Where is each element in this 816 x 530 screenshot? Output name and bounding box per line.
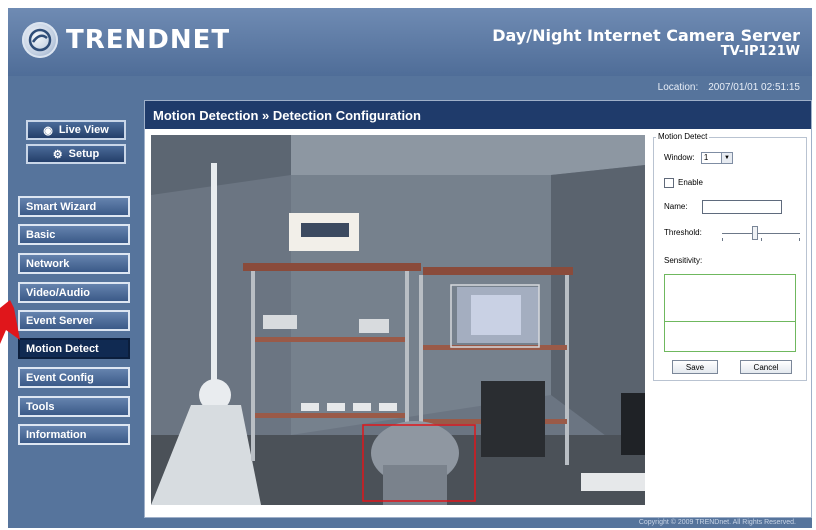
page-title: Motion Detection » Detection Configurati… xyxy=(145,101,811,129)
nav-motion-detect[interactable]: Motion Detect xyxy=(18,338,130,359)
slider-tick xyxy=(761,238,762,241)
nav-video-audio[interactable]: Video/Audio xyxy=(18,282,130,303)
trendnet-logo-icon xyxy=(22,22,58,58)
live-view-button[interactable]: ◉ Live View xyxy=(26,120,126,140)
nav-event-config[interactable]: Event Config xyxy=(18,367,130,388)
threshold-row: Threshold: xyxy=(664,226,804,244)
nav-smart-wizard[interactable]: Smart Wizard xyxy=(18,196,130,217)
name-row: Name: xyxy=(664,200,794,216)
sensitivity-label: Sensitivity: xyxy=(664,256,703,265)
sensitivity-divider xyxy=(665,321,795,322)
enable-checkbox[interactable] xyxy=(664,178,674,188)
sidebar: ◉ Live View ⚙ Setup Smart Wizard Basic N… xyxy=(8,100,138,528)
enable-label: Enable xyxy=(678,178,703,188)
copyright: Copyright © 2009 TRENDnet. All Rights Re… xyxy=(638,519,796,526)
product-model: TV-IP121W xyxy=(720,44,800,59)
nav-network[interactable]: Network xyxy=(18,253,130,274)
nav-tools[interactable]: Tools xyxy=(18,396,130,417)
window-label: Window: xyxy=(664,153,695,163)
setup-button[interactable]: ⚙ Setup xyxy=(26,144,126,164)
nav-information[interactable]: Information xyxy=(18,424,130,445)
window-row: Window: 1 ▼ xyxy=(664,152,733,164)
location-datetime: 2007/01/01 02:51:15 xyxy=(708,82,800,93)
camera-feed[interactable] xyxy=(151,135,645,505)
save-button[interactable]: Save xyxy=(672,360,718,374)
enable-row: Enable xyxy=(664,178,703,188)
slider-tick xyxy=(799,238,800,241)
panel-legend: Motion Detect xyxy=(656,132,710,141)
threshold-label: Threshold: xyxy=(664,228,702,237)
red-arrow-annotation xyxy=(0,300,20,344)
brand-logo: TRENDNET xyxy=(22,22,230,58)
location-label: Location: xyxy=(657,82,699,93)
nav-event-server[interactable]: Event Server xyxy=(18,310,130,331)
header: TRENDNET Day/Night Internet Camera Serve… xyxy=(8,8,812,76)
name-label: Name: xyxy=(664,202,688,211)
location-info: Location: 2007/01/01 02:51:15 xyxy=(658,82,800,93)
nav-basic[interactable]: Basic xyxy=(18,224,130,245)
live-view-label: Live View xyxy=(58,124,109,136)
window-select[interactable]: 1 ▼ xyxy=(700,152,733,164)
app-frame: TRENDNET Day/Night Internet Camera Serve… xyxy=(8,8,812,528)
camera-image xyxy=(151,135,645,505)
threshold-slider-thumb[interactable] xyxy=(752,226,758,240)
sensitivity-meter xyxy=(664,274,796,352)
main-content: Motion Detection » Detection Configurati… xyxy=(144,100,812,518)
setup-label: Setup xyxy=(68,148,100,160)
threshold-slider-track xyxy=(722,233,800,234)
brand-name: TRENDNET xyxy=(66,25,231,55)
name-field[interactable] xyxy=(702,200,782,214)
window-value: 1 xyxy=(703,153,709,162)
slider-tick xyxy=(722,238,723,241)
cancel-button[interactable]: Cancel xyxy=(740,360,792,374)
motion-detect-panel: Motion Detect Window: 1 ▼ Enable Name: Th… xyxy=(653,132,807,381)
location-bar: Location: 2007/01/01 02:51:15 xyxy=(8,76,812,98)
eye-icon: ◉ xyxy=(43,124,53,137)
product-title: Day/Night Internet Camera Server xyxy=(492,26,800,45)
chevron-down-icon: ▼ xyxy=(720,153,732,163)
gear-icon: ⚙ xyxy=(52,148,63,161)
